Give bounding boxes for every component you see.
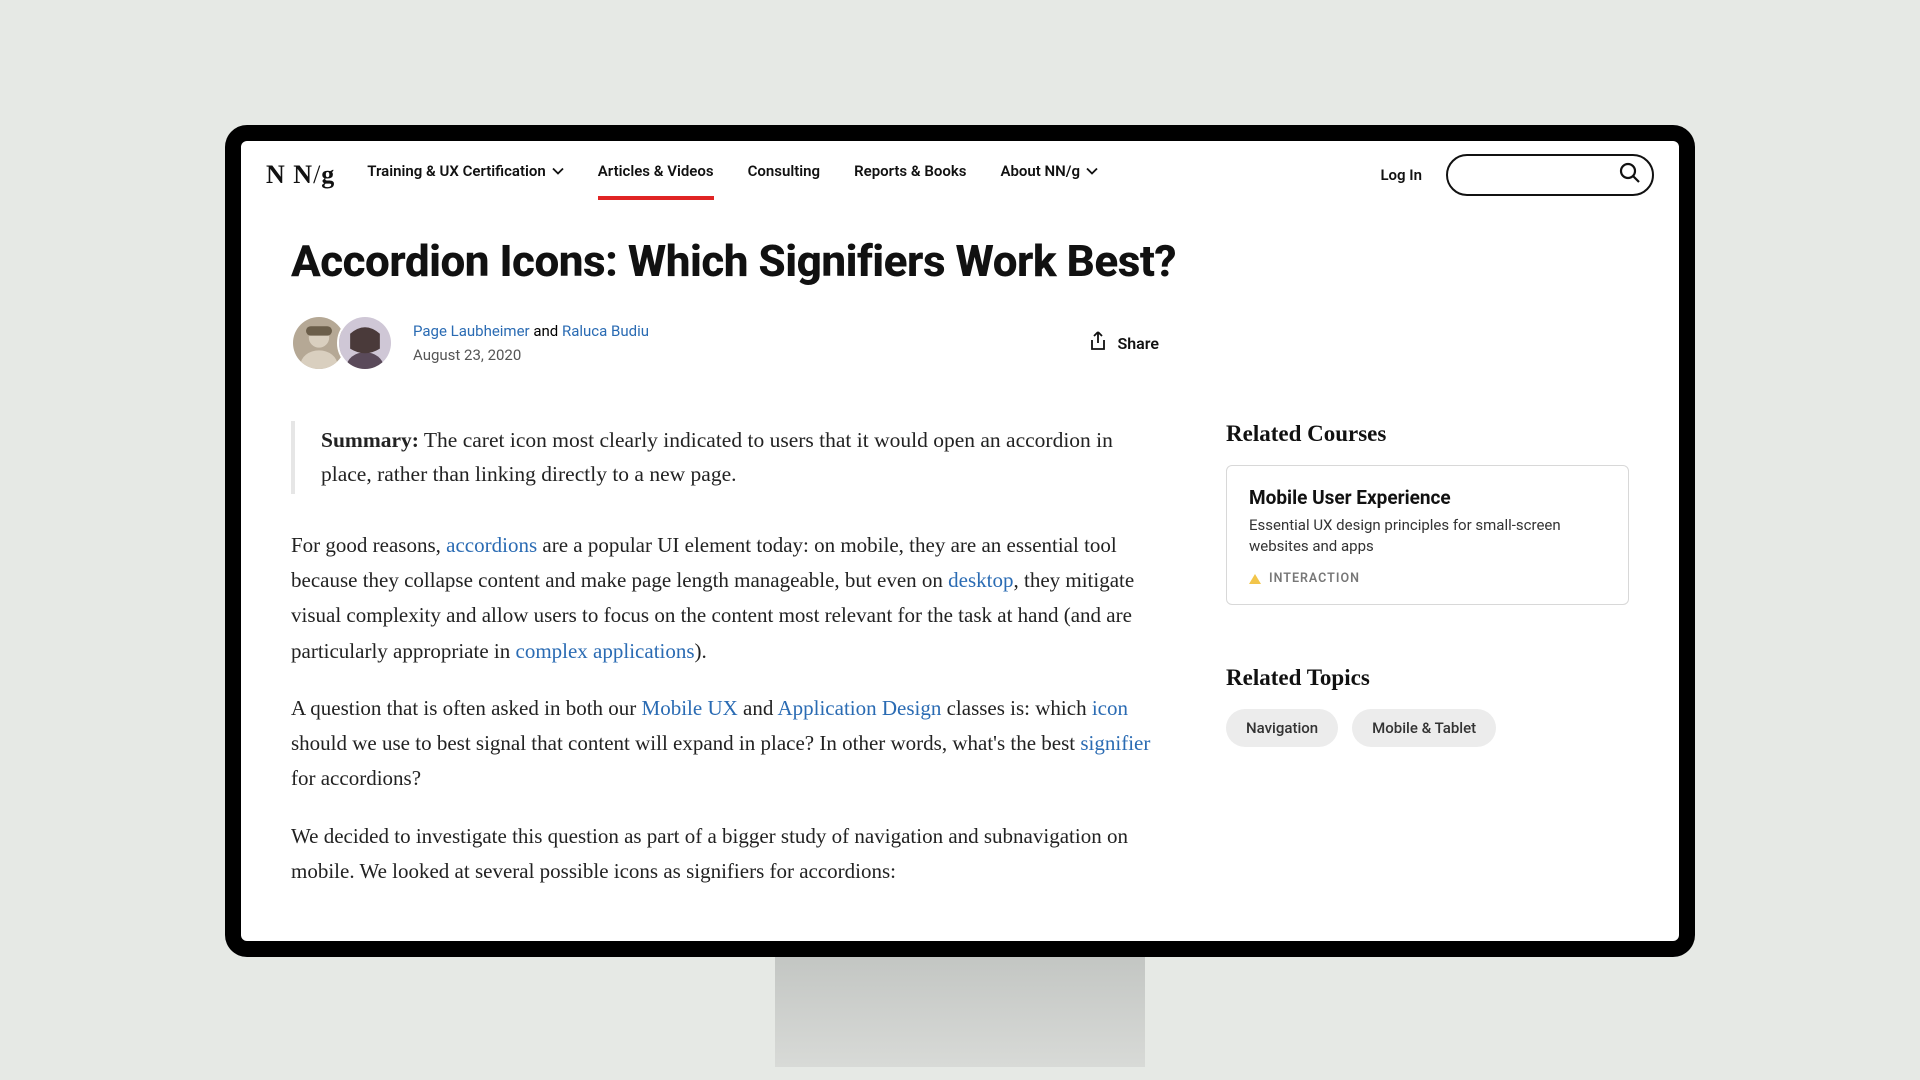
course-tag-label: INTERACTION [1269,571,1360,586]
article-column: Summary: The caret icon most clearly ind… [291,421,1156,911]
paragraph-3: We decided to investigate this question … [291,819,1156,890]
top-nav: Training & UX Certification Articles & V… [367,150,1098,200]
content: Accordion Icons: Which Signifiers Work B… [241,197,1679,911]
header-right: Log In [1380,154,1654,196]
link-mobile-ux[interactable]: Mobile UX [642,696,738,720]
triangle-icon [1249,574,1261,584]
chevron-down-icon [552,167,564,175]
summary-label: Summary: [321,428,419,452]
share-icon [1089,331,1107,355]
nav-training[interactable]: Training & UX Certification [367,150,564,200]
avatar [337,315,393,371]
nav-about-label: About NN/g [1000,162,1080,180]
nav-reports[interactable]: Reports & Books [854,150,966,200]
author-link-2[interactable]: Raluca Budiu [562,322,649,340]
related-topics-heading: Related Topics [1226,665,1629,691]
nav-articles[interactable]: Articles & Videos [598,150,714,200]
sidebar: Related Courses Mobile User Experience E… [1226,421,1629,911]
topic-chips: Navigation Mobile & Tablet [1226,709,1629,747]
paragraph-2: A question that is often asked in both o… [291,691,1156,797]
link-application-design[interactable]: Application Design [777,696,941,720]
authors-line: Page Laubheimer and Raluca Budiu [413,320,649,343]
related-courses-heading: Related Courses [1226,421,1629,447]
summary-block: Summary: The caret icon most clearly ind… [291,421,1156,494]
share-button[interactable]: Share [1089,331,1159,355]
header: N N/g Training & UX Certification Articl… [241,141,1679,197]
nav-consulting[interactable]: Consulting [748,150,821,200]
course-tag: INTERACTION [1249,571,1606,586]
course-card[interactable]: Mobile User Experience Essential UX desi… [1226,465,1629,605]
link-accordions[interactable]: accordions [446,533,537,557]
nav-consulting-label: Consulting [748,162,821,180]
topic-chip-navigation[interactable]: Navigation [1226,709,1338,747]
search-icon[interactable] [1618,161,1642,189]
publish-date: August 23, 2020 [413,344,649,367]
nav-reports-label: Reports & Books [854,162,966,180]
article-body: For good reasons, accordions are a popul… [291,528,1156,889]
nav-articles-label: Articles & Videos [598,162,714,180]
byline-text: Page Laubheimer and Raluca Budiu August … [413,320,649,367]
logo[interactable]: N N/g [266,160,335,190]
author-avatars [291,315,393,371]
chevron-down-icon [1086,167,1098,175]
screen: N N/g Training & UX Certification Articl… [241,141,1679,941]
search-field[interactable] [1446,154,1654,196]
topic-chip-mobile-tablet[interactable]: Mobile & Tablet [1352,709,1496,747]
course-description: Essential UX design principles for small… [1249,515,1606,557]
nav-about[interactable]: About NN/g [1000,150,1098,200]
link-desktop[interactable]: desktop [948,568,1013,592]
summary-text: The caret icon most clearly indicated to… [321,428,1113,486]
byline-row: Page Laubheimer and Raluca Budiu August … [291,315,1629,371]
device-frame: N N/g Training & UX Certification Articl… [225,125,1695,957]
columns: Summary: The caret icon most clearly ind… [291,421,1629,911]
author-link-1[interactable]: Page Laubheimer [413,322,530,340]
nav-training-label: Training & UX Certification [367,162,546,180]
link-signifier[interactable]: signifier [1080,731,1150,755]
link-icon[interactable]: icon [1092,696,1128,720]
course-title: Mobile User Experience [1249,486,1606,509]
authors-and: and [530,322,562,340]
link-complex-applications[interactable]: complex applications [516,639,695,663]
paragraph-1: For good reasons, accordions are a popul… [291,528,1156,669]
share-label: Share [1117,334,1159,353]
page-title: Accordion Icons: Which Signifiers Work B… [291,235,1629,287]
search-input[interactable] [1413,167,1618,183]
device-stand [775,957,1145,1067]
